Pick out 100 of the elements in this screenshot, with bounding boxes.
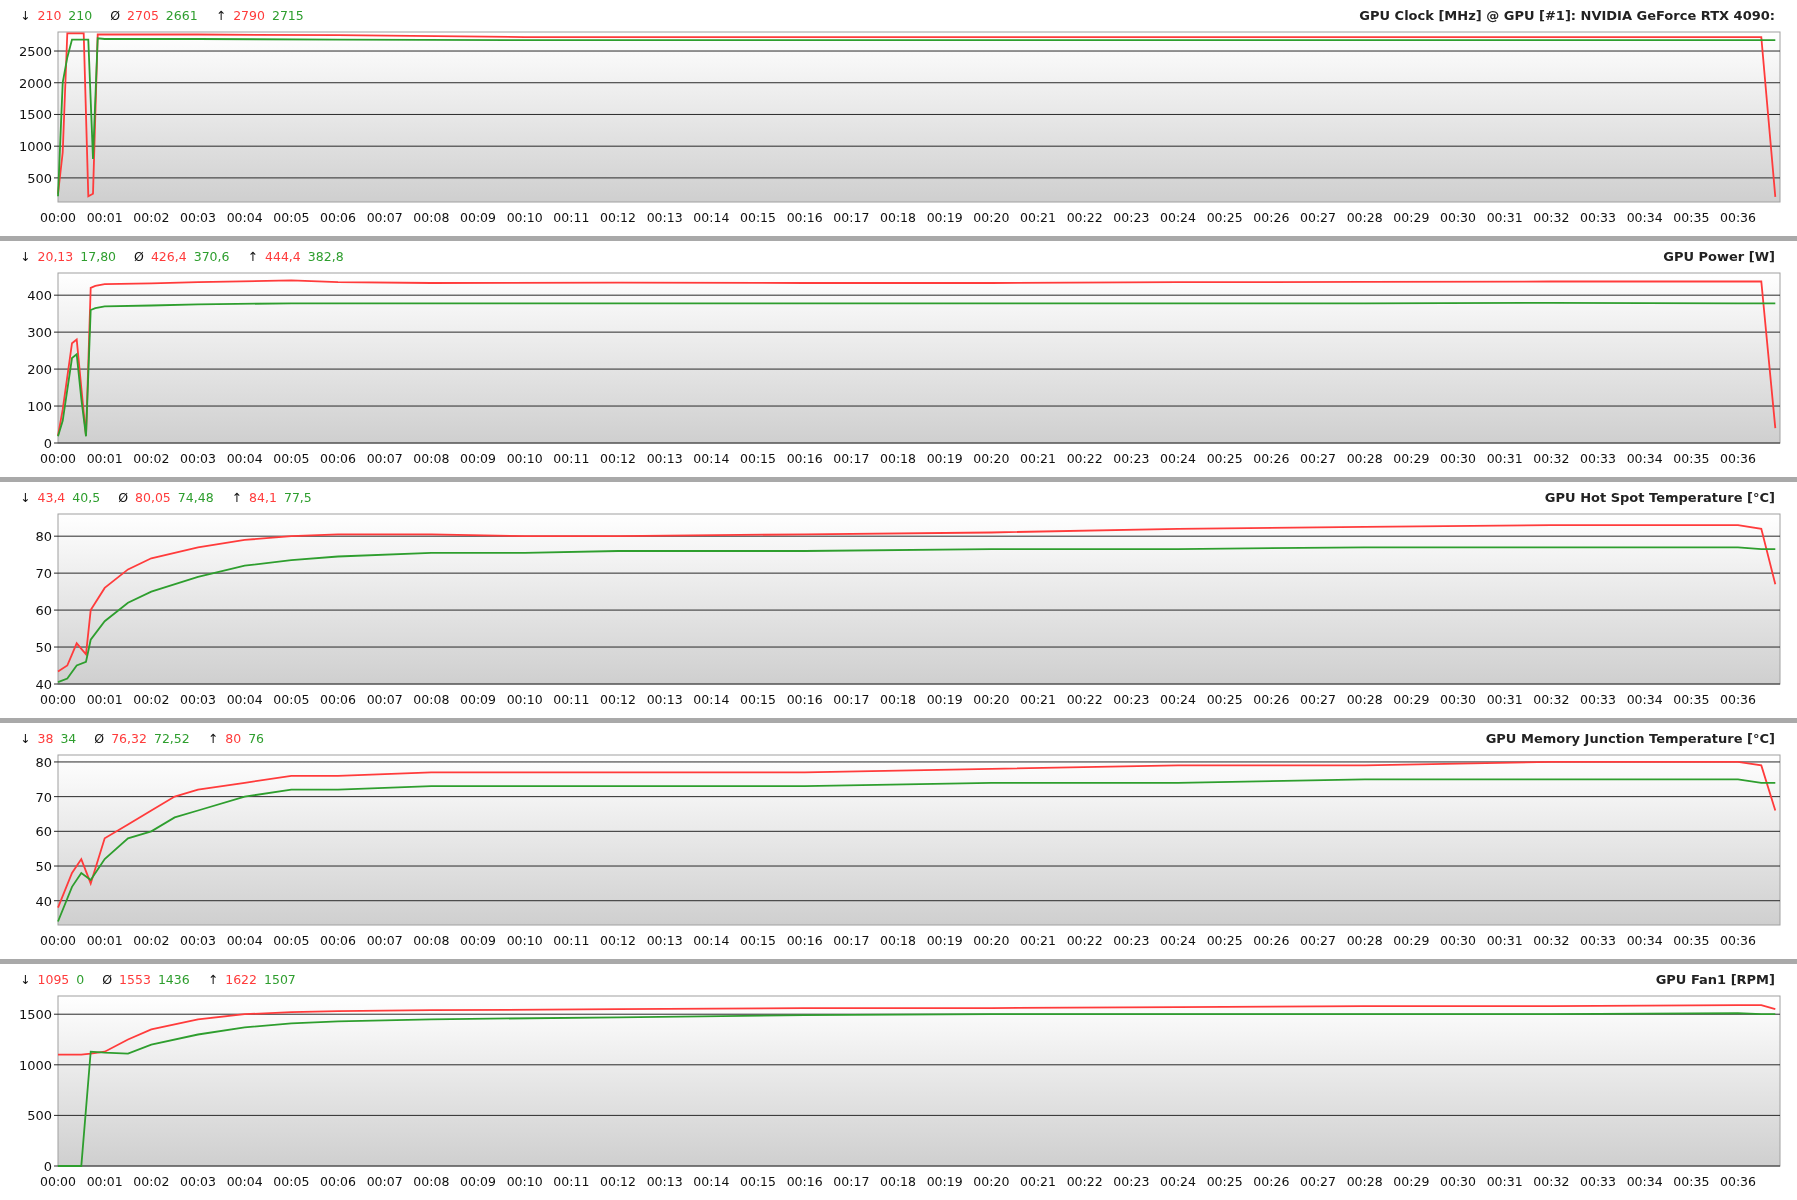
x-tick-label: 00:15 [740, 1174, 776, 1189]
x-tick-label: 00:05 [273, 1174, 310, 1189]
x-tick-label: 00:32 [1533, 933, 1570, 948]
chart-title: GPU Hot Spot Temperature [°C] [1544, 489, 1775, 505]
x-tick-label: 00:34 [1626, 451, 1663, 466]
x-tick-label: 00:12 [600, 210, 636, 225]
stat-symbol: ↓ [20, 730, 31, 746]
stat-value: 382,8 [307, 248, 344, 264]
x-tick-label: 00:32 [1533, 1174, 1570, 1189]
x-tick-label: 00:20 [973, 692, 1010, 707]
x-tick-label: 00:04 [226, 692, 263, 707]
x-tick-label: 00:28 [1346, 210, 1383, 225]
x-tick-label: 00:06 [320, 933, 356, 948]
y-tick-label: 1000 [18, 1057, 52, 1073]
x-tick-label: 00:11 [553, 1174, 590, 1189]
x-tick-label: 00:06 [320, 692, 356, 707]
stat-value: 76,32 [111, 730, 147, 746]
x-tick-label: 00:11 [553, 451, 590, 466]
x-tick-label: 00:24 [1160, 210, 1196, 225]
x-tick-label: 00:03 [180, 210, 216, 225]
y-tick-label: 60 [35, 603, 52, 619]
x-tick-label: 00:21 [1020, 451, 1056, 466]
x-tick-label: 00:02 [133, 692, 170, 707]
x-tick-label: 00:29 [1393, 451, 1430, 466]
stat-symbol: Ø [110, 7, 121, 23]
x-tick-label: 00:07 [366, 1174, 403, 1189]
y-tick-label: 400 [27, 288, 52, 304]
x-tick-label: 00:31 [1486, 1174, 1523, 1189]
x-tick-label: 00:36 [1720, 1174, 1756, 1189]
x-tick-label: 00:15 [740, 451, 776, 466]
x-tick-label: 00:14 [693, 933, 730, 948]
x-tick-label: 00:20 [973, 1174, 1010, 1189]
chart-title: GPU Power [W] [1663, 248, 1775, 264]
y-tick-label: 40 [35, 893, 52, 909]
x-tick-label: 00:13 [646, 451, 683, 466]
x-tick-label: 00:14 [693, 210, 730, 225]
y-tick-label: 60 [35, 824, 52, 840]
x-tick-label: 00:26 [1253, 1174, 1290, 1189]
x-tick-label: 00:01 [86, 210, 123, 225]
x-tick-label: 00:04 [226, 1174, 263, 1189]
x-tick-label: 00:36 [1720, 692, 1756, 707]
x-tick-label: 00:30 [1440, 1174, 1476, 1189]
x-tick-label: 00:10 [506, 933, 543, 948]
x-tick-label: 00:08 [413, 692, 450, 707]
y-tick-label: 80 [35, 529, 52, 545]
x-tick-label: 00:29 [1393, 692, 1430, 707]
x-tick-label: 00:34 [1626, 933, 1663, 948]
x-tick-label: 00:03 [180, 933, 216, 948]
x-tick-label: 00:25 [1206, 451, 1243, 466]
x-tick-label: 00:27 [1300, 1174, 1336, 1189]
x-tick-label: 00:27 [1300, 210, 1336, 225]
x-tick-label: 00:11 [553, 210, 590, 225]
x-tick-label: 00:03 [180, 692, 216, 707]
x-tick-label: 00:03 [180, 1174, 216, 1189]
x-tick-label: 00:36 [1720, 933, 1756, 948]
y-tick-label: 0 [43, 1159, 52, 1174]
stat-value: 77,5 [283, 489, 312, 505]
stat-value: 74,48 [177, 489, 214, 505]
stat-value: 40,5 [72, 489, 101, 505]
x-tick-label: 00:35 [1673, 451, 1710, 466]
x-tick-label: 00:17 [833, 692, 870, 707]
stat-value: 38 [37, 730, 54, 746]
y-tick-label: 50 [35, 640, 52, 656]
x-tick-label: 00:07 [366, 692, 403, 707]
x-tick-label: 00:05 [273, 210, 310, 225]
x-tick-label: 00:18 [880, 210, 916, 225]
x-tick-label: 00:31 [1486, 451, 1523, 466]
x-tick-label: 00:01 [86, 692, 123, 707]
y-tick-label: 1500 [18, 1007, 52, 1023]
x-tick-label: 00:27 [1300, 451, 1336, 466]
stat-symbol: ↑ [207, 730, 219, 746]
x-tick-label: 00:08 [413, 933, 450, 948]
stat-symbol: ↑ [207, 971, 219, 987]
stat-symbol: ↓ [20, 971, 31, 987]
y-tick-label: 1500 [18, 107, 52, 123]
x-tick-label: 00:02 [133, 1174, 170, 1189]
stat-value: 72,52 [153, 730, 190, 746]
x-tick-label: 00:32 [1533, 451, 1570, 466]
x-tick-label: 00:06 [320, 210, 356, 225]
x-tick-label: 00:18 [880, 933, 916, 948]
x-tick-label: 00:11 [553, 933, 590, 948]
x-tick-label: 00:24 [1160, 933, 1196, 948]
x-tick-label: 00:29 [1393, 933, 1430, 948]
x-tick-label: 00:23 [1113, 692, 1150, 707]
x-tick-label: 00:33 [1580, 692, 1616, 707]
x-tick-label: 00:22 [1066, 451, 1103, 466]
x-tick-label: 00:25 [1206, 933, 1243, 948]
x-tick-label: 00:18 [880, 451, 916, 466]
x-tick-label: 00:25 [1206, 210, 1243, 225]
x-tick-label: 00:13 [646, 692, 683, 707]
x-tick-label: 00:22 [1066, 692, 1103, 707]
x-tick-label: 00:12 [600, 1174, 636, 1189]
chart-title: GPU Memory Junction Temperature [°C] [1485, 730, 1775, 746]
stat-symbol: ↑ [247, 248, 258, 264]
x-tick-label: 00:19 [926, 933, 963, 948]
x-tick-label: 00:31 [1486, 210, 1523, 225]
stat-value: 444,4 [265, 248, 301, 264]
x-tick-label: 00:34 [1626, 210, 1663, 225]
stat-value: 2790 [233, 7, 265, 23]
y-tick-label: 100 [27, 399, 52, 415]
